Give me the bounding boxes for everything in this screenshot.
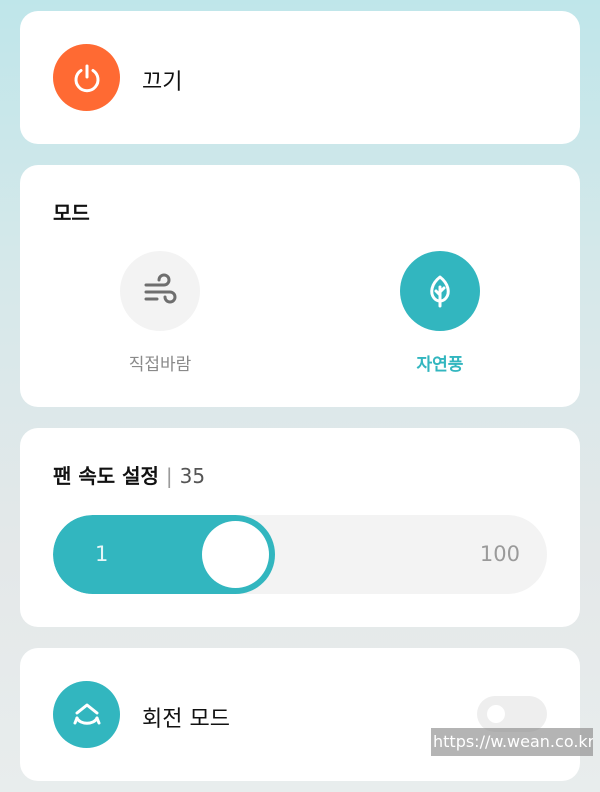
fan-speed-title-row: 팬 속도 설정 | 35 <box>53 460 205 489</box>
power-card: 끄기 <box>20 11 580 144</box>
mode-option-direct-wind-label: 직접바람 <box>128 355 192 375</box>
power-label: 끄기 <box>142 70 183 95</box>
power-button[interactable] <box>53 44 120 111</box>
watermark: https://w.wean.co.kr <box>431 728 593 756</box>
rotation-card: 회전 모드 <box>20 648 580 781</box>
fan-speed-value: 35 <box>179 464 206 488</box>
fan-speed-slider[interactable]: 1 100 <box>53 515 547 594</box>
rotation-toggle-knob <box>487 705 505 723</box>
mode-option-natural-wind[interactable] <box>400 251 480 331</box>
wind-icon <box>144 273 177 304</box>
power-icon <box>74 64 99 92</box>
leaf-icon <box>430 275 450 308</box>
fan-speed-separator: | <box>165 464 173 488</box>
fan-speed-title: 팬 속도 설정 <box>53 464 159 488</box>
rotate-icon <box>73 703 100 725</box>
mode-option-direct-wind[interactable] <box>120 251 200 331</box>
fan-speed-card: 팬 속도 설정 | 35 1 100 <box>20 428 580 627</box>
mode-card: 모드 직접바람 자연풍 <box>20 165 580 407</box>
mode-option-natural-wind-label: 자연풍 <box>416 355 464 375</box>
fan-speed-max-label: 100 <box>479 542 520 566</box>
fan-speed-slider-thumb[interactable] <box>202 521 269 588</box>
rotation-mode-toggle[interactable] <box>477 696 547 732</box>
rotation-mode-label: 회전 모드 <box>142 707 230 732</box>
rotation-mode-icon-button[interactable] <box>53 681 120 748</box>
mode-title: 모드 <box>53 201 90 225</box>
fan-speed-min-label: 1 <box>95 542 109 566</box>
